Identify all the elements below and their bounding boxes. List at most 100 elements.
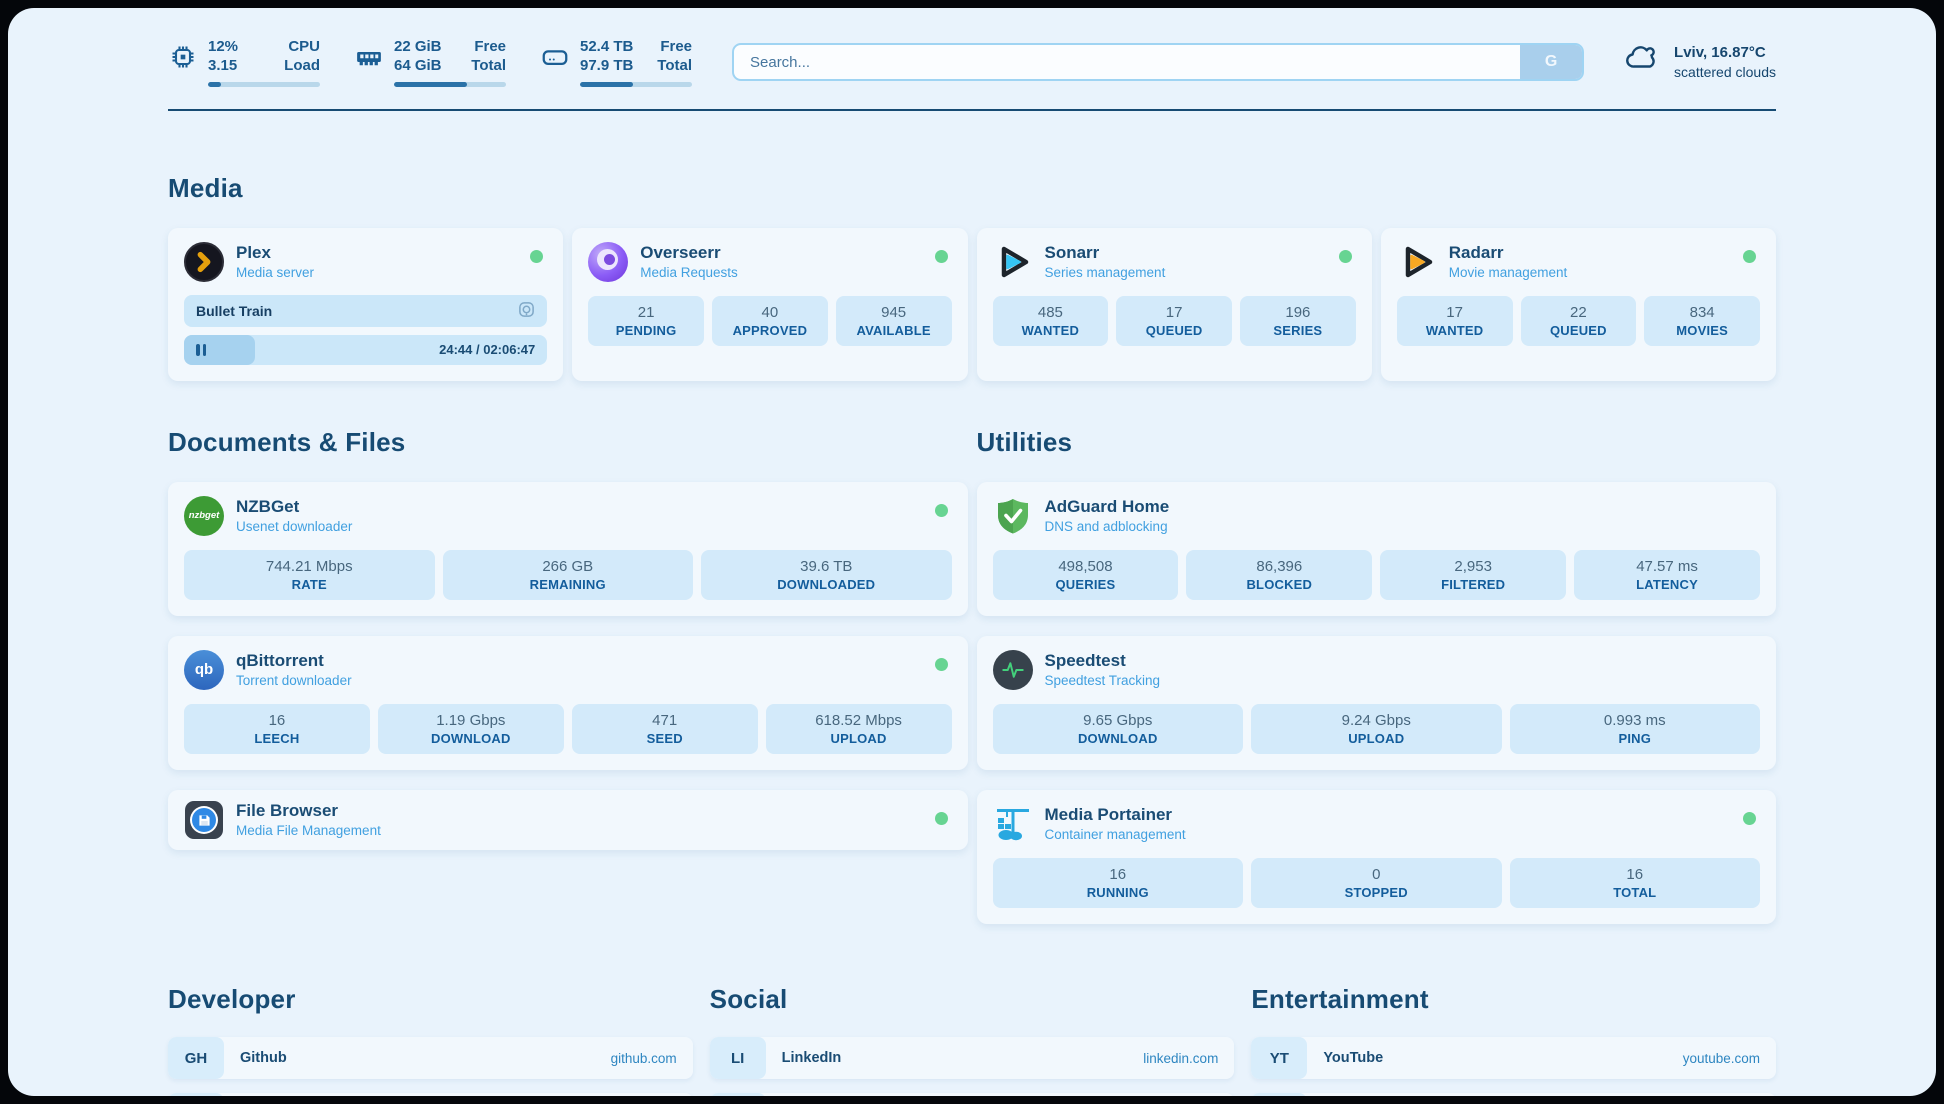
card-title: File Browser <box>236 800 381 822</box>
status-dot <box>935 504 948 517</box>
stat-label: DOWNLOADED <box>705 577 948 592</box>
stat-tile: 744.21 Mbps RATE <box>184 550 435 600</box>
radarr-card[interactable]: Radarr Movie management 17 WANTED 22 QUE… <box>1381 228 1776 381</box>
overseerr-card[interactable]: Overseerr Media Requests 21 PENDING 40 A… <box>572 228 967 381</box>
card-title: Radarr <box>1449 242 1568 264</box>
stat-value: 0.993 ms <box>1514 711 1757 731</box>
qbittorrent-icon: qb <box>184 650 224 690</box>
stat-value: 22 <box>1525 303 1633 323</box>
portainer-card[interactable]: Media Portainer Container management 16 … <box>977 790 1777 924</box>
cpu-label: CPU <box>280 38 320 57</box>
ram-total-label: Total <box>466 57 506 76</box>
utilities-section-title: Utilities <box>977 427 1777 458</box>
top-bar: 12% 3.15 CPU Load <box>168 38 1776 87</box>
bookmark-link[interactable]: github.com <box>611 1051 677 1066</box>
search-input[interactable] <box>732 43 1584 81</box>
entertainment-section-title: Entertainment <box>1251 984 1776 1015</box>
sonarr-card[interactable]: Sonarr Series management 485 WANTED 17 Q… <box>977 228 1372 381</box>
stat-value: 266 GB <box>447 557 690 577</box>
bookmark-badge: GH <box>168 1037 224 1079</box>
cpu-icon <box>168 42 198 72</box>
card-subtitle: Media server <box>236 264 314 282</box>
stat-value: 498,508 <box>997 557 1175 577</box>
bookmark-badge: SO <box>168 1093 224 1096</box>
bookmark-name: Github <box>240 1050 287 1066</box>
adguard-card[interactable]: AdGuard Home DNS and adblocking 498,508 … <box>977 482 1777 616</box>
speedtest-icon <box>993 650 1033 690</box>
status-dot <box>1339 250 1352 263</box>
bookmark-twitter[interactable]: TW Twitter twitter.com <box>710 1093 1235 1096</box>
stat-tile: 16 RUNNING <box>993 858 1244 908</box>
filebrowser-icon <box>184 800 224 840</box>
ram-stat-widget: 22 GiB 64 GiB Free Total <box>354 38 506 87</box>
bookmark-linkedin[interactable]: LI LinkedIn linkedin.com <box>710 1037 1235 1079</box>
stat-label: DOWNLOAD <box>382 731 560 746</box>
plex-card[interactable]: Plex Media server Bullet Train <box>168 228 563 381</box>
bookmark-badge: NF <box>1251 1093 1307 1096</box>
card-subtitle: Media Requests <box>640 264 738 282</box>
stat-tile: 22 QUEUED <box>1521 296 1637 346</box>
status-dot <box>530 250 543 263</box>
card-title: AdGuard Home <box>1045 496 1170 518</box>
section-media: Media Plex Media server <box>168 173 1776 381</box>
stat-label: AVAILABLE <box>840 323 948 338</box>
nzbget-card[interactable]: nzbget NZBGet Usenet downloader 744.21 M… <box>168 482 968 616</box>
stat-label: RUNNING <box>997 885 1240 900</box>
stat-label: FILTERED <box>1384 577 1562 592</box>
pause-icon[interactable] <box>196 344 206 356</box>
stat-tile: 1.19 Gbps DOWNLOAD <box>378 704 564 754</box>
filebrowser-card[interactable]: File Browser Media File Management <box>168 790 968 850</box>
ram-free-value: 22 GiB <box>394 38 456 57</box>
card-title: NZBGet <box>236 496 352 518</box>
stat-value: 196 <box>1244 303 1352 323</box>
stat-label: SERIES <box>1244 323 1352 338</box>
stat-label: LEECH <box>188 731 366 746</box>
stat-value: 39.6 TB <box>705 557 948 577</box>
card-subtitle: Usenet downloader <box>236 518 352 536</box>
qbittorrent-card[interactable]: qb qBittorrent Torrent downloader 16 LEE… <box>168 636 968 770</box>
speedtest-card[interactable]: Speedtest Speedtest Tracking 9.65 Gbps D… <box>977 636 1777 770</box>
card-title: qBittorrent <box>236 650 352 672</box>
load-label: Load <box>280 57 320 76</box>
stat-tile: 485 WANTED <box>993 296 1109 346</box>
stat-tile: 16 LEECH <box>184 704 370 754</box>
stat-tile: 471 SEED <box>572 704 758 754</box>
cloud-icon <box>1624 45 1662 80</box>
stat-value: 9.24 Gbps <box>1255 711 1498 731</box>
topbar-divider <box>168 109 1776 111</box>
search-engine-button[interactable]: G <box>1520 45 1582 79</box>
stat-value: 485 <box>997 303 1105 323</box>
nzbget-icon: nzbget <box>184 496 224 536</box>
stat-tile: 40 APPROVED <box>712 296 828 346</box>
stat-tile: 2,953 FILTERED <box>1380 550 1566 600</box>
stat-value: 16 <box>997 865 1240 885</box>
stat-value: 17 <box>1401 303 1509 323</box>
disk-free-label: Free <box>652 38 692 57</box>
radarr-icon <box>1397 242 1437 282</box>
ram-free-label: Free <box>466 38 506 57</box>
cpu-progress-bar <box>208 82 320 87</box>
media-section-title: Media <box>168 173 1776 204</box>
overseerr-icon <box>588 242 628 282</box>
stat-value: 9.65 Gbps <box>997 711 1240 731</box>
status-dot <box>935 250 948 263</box>
bookmark-link[interactable]: youtube.com <box>1683 1051 1760 1066</box>
stat-tile: 945 AVAILABLE <box>836 296 952 346</box>
stat-tile: 0.993 ms PING <box>1510 704 1761 754</box>
disk-total-label: Total <box>652 57 692 76</box>
bookmark-github[interactable]: GH Github github.com <box>168 1037 693 1079</box>
now-playing-title: Bullet Train <box>196 303 272 319</box>
stat-value: 17 <box>1120 303 1228 323</box>
stat-label: TOTAL <box>1514 885 1757 900</box>
bookmark-netflix[interactable]: NF Netflix netflix.com <box>1251 1093 1776 1096</box>
bookmark-youtube[interactable]: YT YouTube youtube.com <box>1251 1037 1776 1079</box>
session-settings-icon[interactable] <box>518 301 535 321</box>
portainer-icon <box>993 804 1033 844</box>
stat-label: WANTED <box>997 323 1105 338</box>
stat-label: STOPPED <box>1255 885 1498 900</box>
bookmark-link[interactable]: linkedin.com <box>1143 1051 1218 1066</box>
stat-value: 47.57 ms <box>1578 557 1756 577</box>
section-social: Social LI LinkedIn linkedin.com TW Twitt… <box>710 984 1235 1096</box>
bookmark-stackoverflow[interactable]: SO StackOverflow stackoverflow.com <box>168 1093 693 1096</box>
stat-label: QUERIES <box>997 577 1175 592</box>
